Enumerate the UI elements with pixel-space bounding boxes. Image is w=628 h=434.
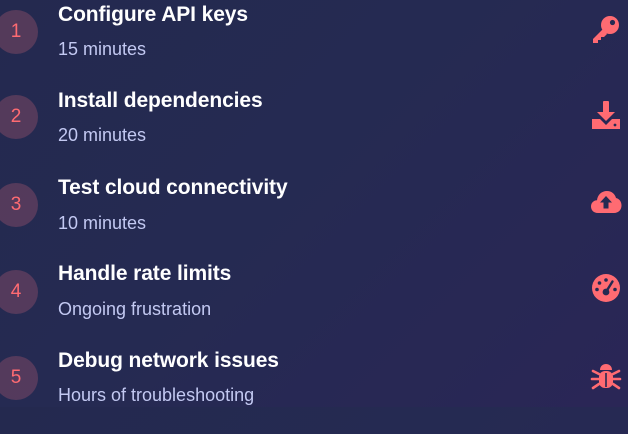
step-subtitle: Hours of troubleshooting: [58, 385, 255, 405]
cloud-upload-icon: [590, 186, 622, 218]
step-number-badge: 5: [0, 356, 38, 400]
step-subtitle: 15 minutes: [58, 39, 147, 59]
step-title: Handle rate limits: [58, 262, 232, 285]
step-subtitle: 10 minutes: [58, 213, 147, 233]
step-number-badge: 3: [0, 183, 38, 227]
gauge-icon: [590, 272, 622, 304]
step-title: Configure API keys: [58, 3, 248, 26]
step-title: Test cloud connectivity: [58, 176, 288, 199]
step-item: 5 Debug network issues Hours of troubles…: [0, 348, 628, 434]
step-item: 2 Install dependencies 20 minutes: [0, 87, 628, 173]
step-number-badge: 4: [0, 270, 38, 314]
bug-icon: [590, 360, 622, 392]
steps-list: 1 Configure API keys 15 minutes 2 Instal…: [0, 0, 628, 407]
step-item: 4 Handle rate limits Ongoing frustration: [0, 261, 628, 347]
step-title: Install dependencies: [58, 89, 263, 112]
step-number-badge: 1: [0, 10, 38, 54]
download-icon: [590, 99, 622, 131]
step-number-badge: 2: [0, 95, 38, 139]
step-subtitle: 20 minutes: [58, 125, 147, 145]
key-icon: [590, 14, 622, 46]
step-item: 3 Test cloud connectivity 10 minutes: [0, 174, 628, 260]
step-title: Debug network issues: [58, 349, 279, 372]
step-item: 1 Configure API keys 15 minutes: [0, 0, 628, 86]
step-subtitle: Ongoing frustration: [58, 299, 212, 319]
